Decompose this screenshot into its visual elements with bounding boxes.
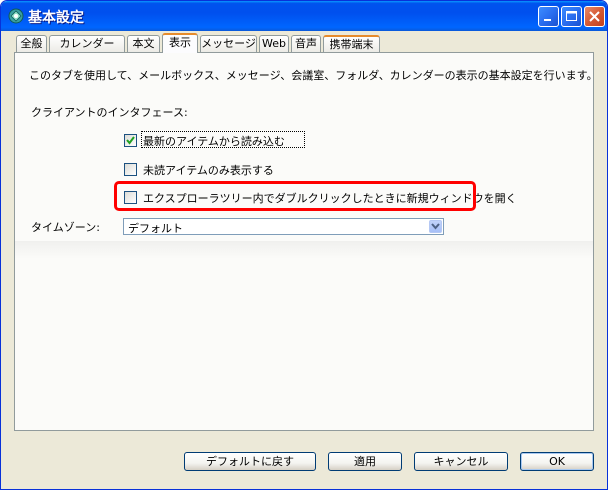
settings-window: 基本設定 全般 カレンダー 本文 表示 メッセージ Web 音声 携帯端末 この… [0, 0, 608, 490]
minimize-icon [544, 19, 551, 21]
ok-button[interactable]: OK [520, 452, 594, 471]
close-button[interactable] [584, 6, 605, 27]
checkbox-label-newest-first: 最新のアイテムから読み込む [143, 135, 285, 148]
client-interface-label: クライアントのインタフェース: [31, 106, 188, 119]
close-icon [589, 11, 600, 22]
tab-display[interactable]: 表示 [162, 33, 198, 53]
title-bar[interactable]: 基本設定 [1, 1, 607, 31]
chevron-down-icon [431, 223, 440, 230]
timezone-label: タイムゾーン: [31, 221, 100, 234]
description-text: このタブを使用して、メールボックス、メッセージ、会議室、フォルダ、カレンダーの表… [29, 69, 598, 82]
tab-calendar[interactable]: カレンダー [49, 35, 125, 52]
tab-body[interactable]: 本文 [127, 35, 160, 52]
tab-general[interactable]: 全般 [16, 35, 47, 52]
app-icon [8, 8, 24, 24]
maximize-button[interactable] [561, 6, 582, 27]
tab-message[interactable]: メッセージ [200, 35, 257, 52]
tab-voice[interactable]: 音声 [291, 35, 321, 52]
minimize-button[interactable] [538, 6, 559, 27]
checkbox-label-unread-only: 未読アイテムのみ表示する [143, 164, 274, 177]
checkbox-newest-first[interactable] [124, 134, 137, 147]
cancel-button[interactable]: キャンセル [414, 452, 508, 471]
apply-button[interactable]: 適用 [328, 452, 402, 471]
tab-mobile[interactable]: 携帯端末 [323, 35, 380, 52]
window-title: 基本設定 [28, 10, 84, 26]
tab-web[interactable]: Web [259, 35, 289, 52]
maximize-icon [566, 11, 577, 21]
timezone-select[interactable]: デフォルト [123, 218, 444, 235]
panel-divider [15, 241, 593, 259]
checkmark-icon [126, 136, 135, 145]
highlight-box [114, 181, 476, 211]
dropdown-button[interactable] [429, 220, 442, 233]
checkbox-unread-only[interactable] [124, 163, 137, 176]
timezone-value: デフォルト [128, 222, 183, 235]
reset-default-button[interactable]: デフォルトに戻す [184, 452, 316, 471]
